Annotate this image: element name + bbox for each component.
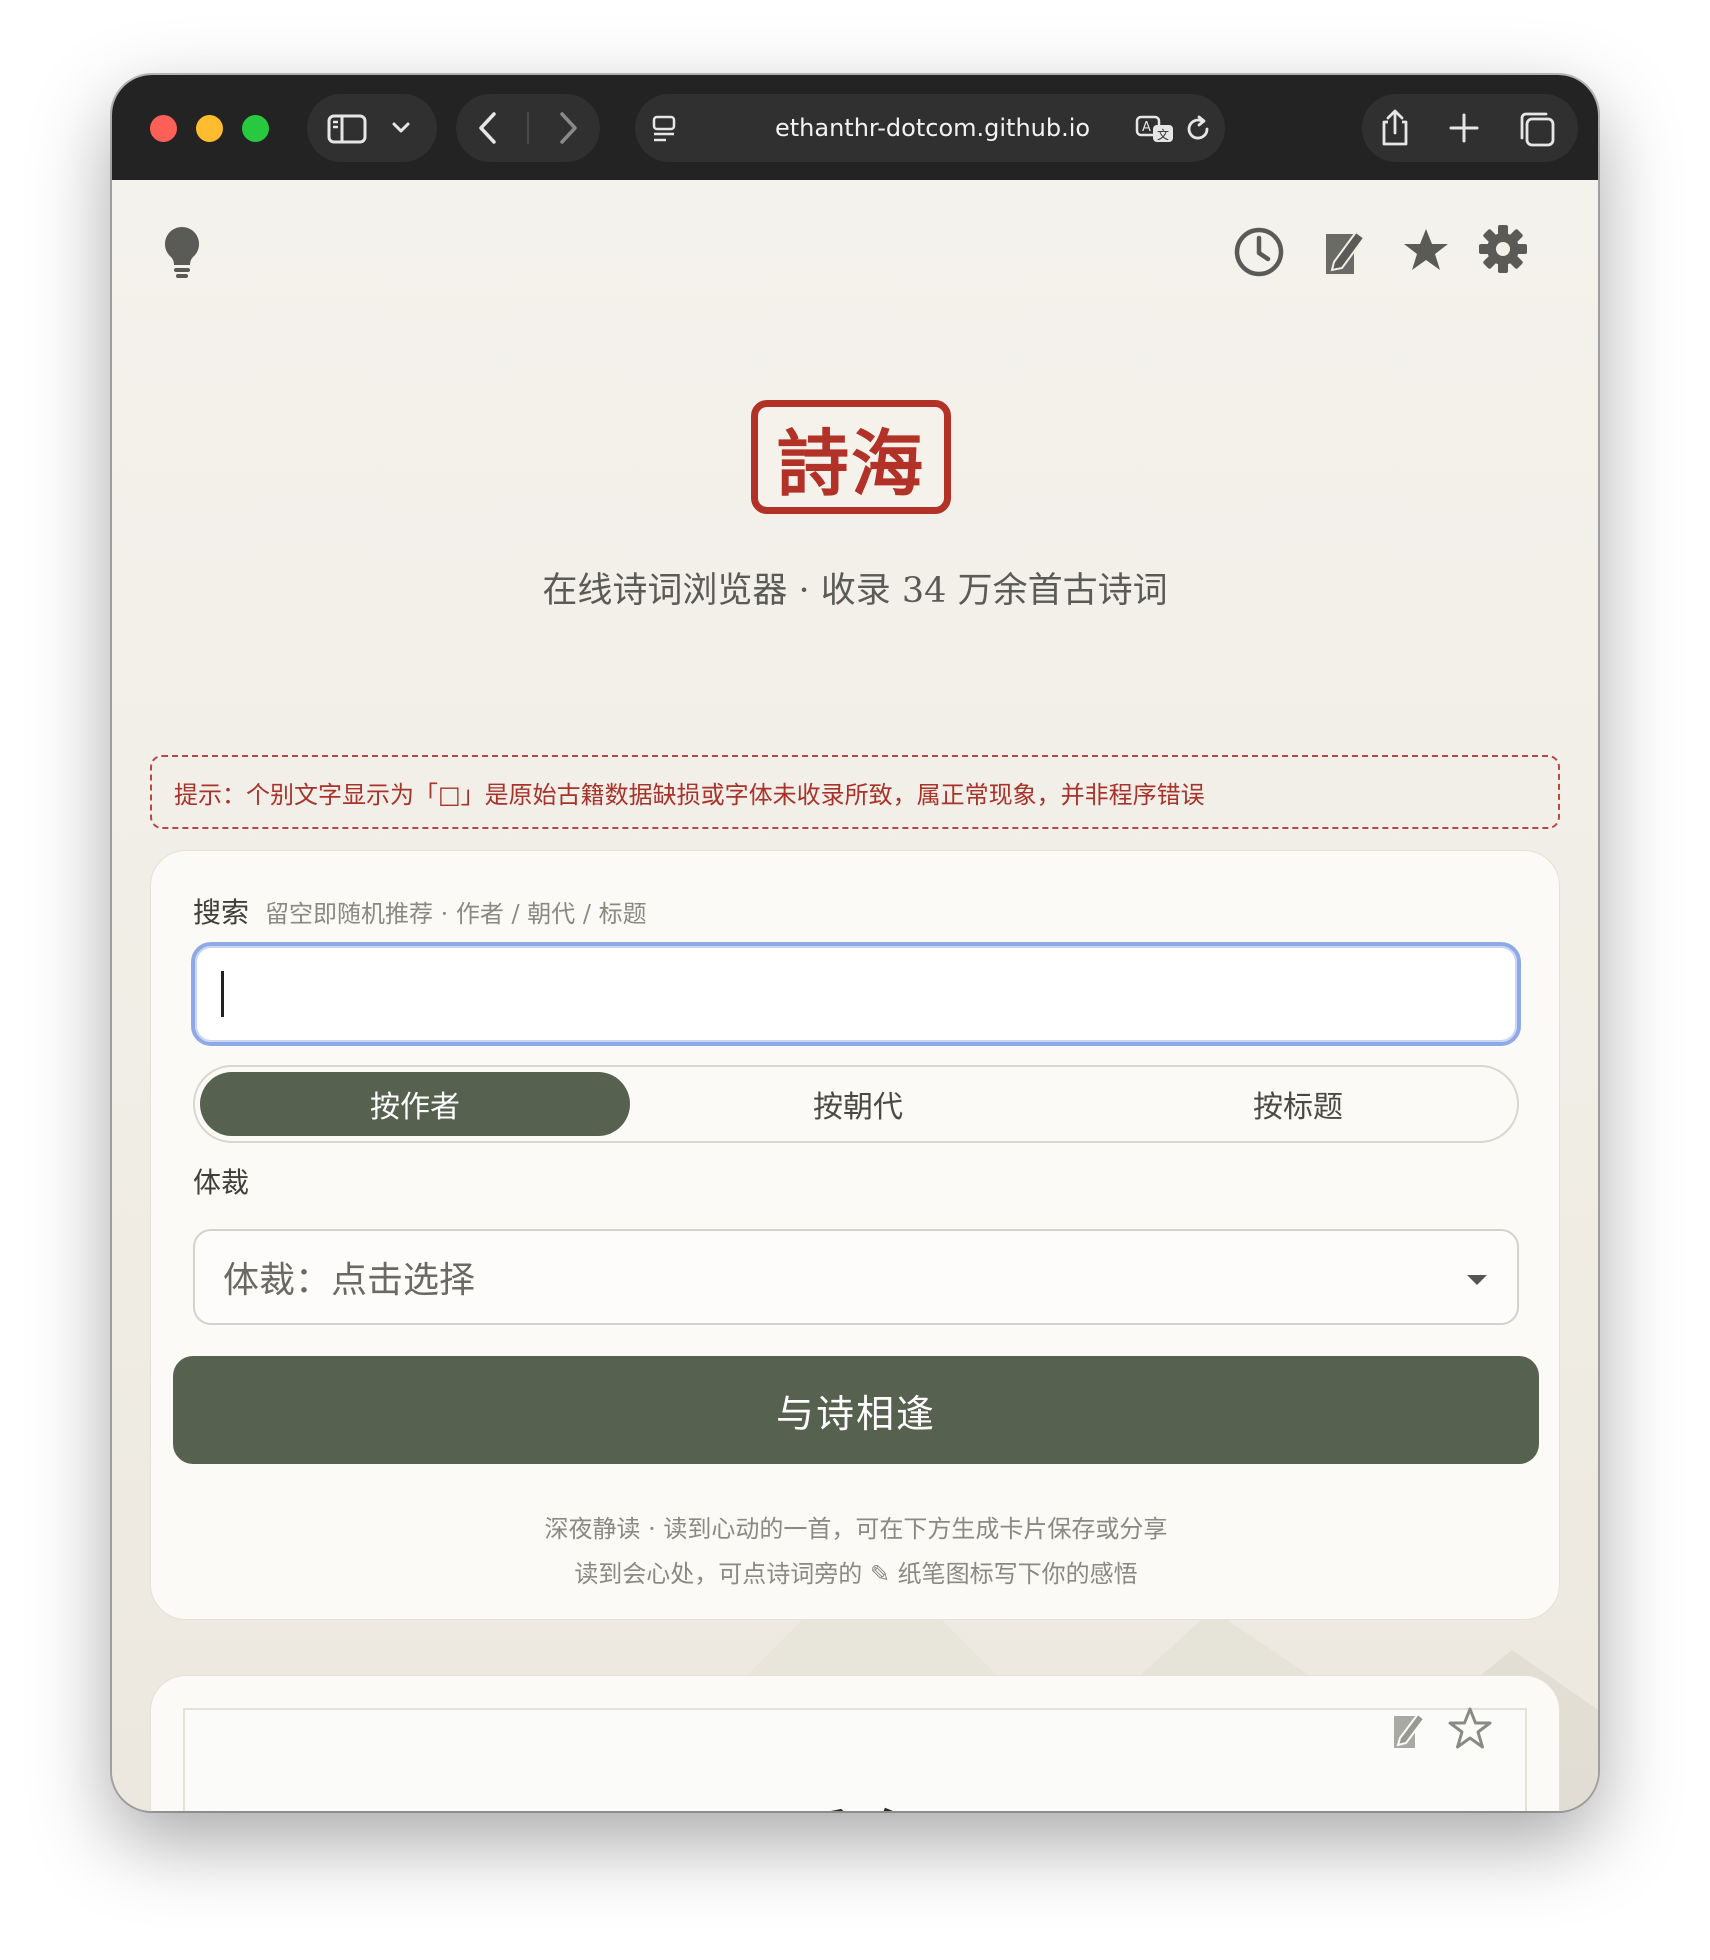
reload-icon[interactable] — [1183, 114, 1213, 144]
search-label: 搜索 — [193, 896, 250, 929]
close-window-button[interactable] — [150, 115, 177, 142]
genre-select[interactable]: 体裁：点击选择 — [193, 1229, 1519, 1325]
dropdown-caret-icon — [1467, 1275, 1487, 1285]
search-mode-toggle: 按作者 按朝代 按标题 — [193, 1065, 1519, 1143]
new-tab-plus-icon[interactable] — [1448, 112, 1480, 144]
text-caret — [221, 971, 224, 1017]
tagline: 在线诗词浏览器 · 收录 34 万余首古诗词 — [542, 571, 1168, 611]
history-clock-icon[interactable] — [1233, 226, 1285, 278]
svg-text:A: A — [1142, 120, 1151, 135]
browser-window: ethanthr-dotcom.github.io A 文 詩海 在线诗词浏览器… — [112, 75, 1598, 1811]
lightbulb-icon[interactable] — [162, 225, 202, 279]
back-arrow-icon[interactable] — [476, 110, 500, 146]
poem-card: 雨后东园 — [150, 1675, 1560, 1811]
share-icon[interactable] — [1378, 108, 1412, 148]
svg-text:文: 文 — [1157, 127, 1169, 142]
settings-gear-icon[interactable] — [1478, 224, 1528, 274]
search-label-row: 搜索 留空即随机推荐 · 作者 / 朝代 / 标题 — [193, 891, 647, 931]
zoom-window-button[interactable] — [242, 115, 269, 142]
mode-by-author[interactable]: 按作者 — [200, 1072, 630, 1136]
page-menu-icon[interactable] — [651, 114, 681, 144]
search-input[interactable] — [191, 942, 1521, 1046]
chevron-down-icon[interactable] — [391, 120, 411, 136]
missing-glyph-notice: 提示：个别文字显示为「□」是原始古籍数据缺损或字体未收录所致，属正常现象，并非程… — [150, 755, 1560, 829]
url-text: ethanthr-dotcom.github.io — [775, 114, 1091, 142]
browser-toolbar: ethanthr-dotcom.github.io A 文 — [112, 75, 1598, 180]
help-line-2: 读到会心处，可点诗词旁的 ✎ 纸笔图标写下你的感悟 — [574, 1560, 1138, 1588]
window-actions-group — [1362, 94, 1578, 162]
meet-poem-button[interactable]: 与诗相逢 — [173, 1356, 1539, 1464]
genre-label: 体裁 — [193, 1166, 250, 1199]
poem-note-pencil-icon[interactable] — [1391, 1708, 1427, 1750]
sidebar-toggle-group — [307, 94, 437, 162]
mode-by-dynasty[interactable]: 按朝代 — [643, 1072, 1073, 1136]
minimize-window-button[interactable] — [196, 115, 223, 142]
translate-icon[interactable]: A 文 — [1135, 114, 1175, 144]
tab-overview-icon[interactable] — [1518, 110, 1556, 148]
favorites-star-icon[interactable] — [1402, 226, 1450, 274]
poem-card-frame: 雨后东园 — [183, 1708, 1527, 1811]
notes-pencil-icon[interactable] — [1322, 224, 1368, 278]
search-card: 搜索 留空即随机推荐 · 作者 / 朝代 / 标题 按作者 按朝代 按标题 体裁 … — [150, 850, 1560, 1620]
address-bar[interactable]: ethanthr-dotcom.github.io A 文 — [635, 94, 1225, 162]
forward-arrow-icon[interactable] — [556, 110, 580, 146]
poetry-page: 詩海 在线诗词浏览器 · 收录 34 万余首古诗词 提示：个别文字显示为「□」是… — [112, 180, 1598, 1811]
help-line-1: 深夜静读 · 读到心动的一首，可在下方生成卡片保存或分享 — [544, 1515, 1168, 1543]
search-hint: 留空即随机推荐 · 作者 / 朝代 / 标题 — [265, 900, 647, 928]
genre-select-value: 体裁：点击选择 — [223, 1260, 476, 1301]
seal-logo: 詩海 — [751, 400, 951, 514]
poem-title: 雨后东园 — [185, 1788, 1529, 1811]
nav-divider — [527, 112, 529, 144]
poem-favorite-star-icon[interactable] — [1447, 1706, 1493, 1752]
mode-by-title[interactable]: 按标题 — [1083, 1072, 1513, 1136]
navigation-group — [456, 94, 600, 162]
sidebar-icon[interactable] — [327, 114, 367, 144]
